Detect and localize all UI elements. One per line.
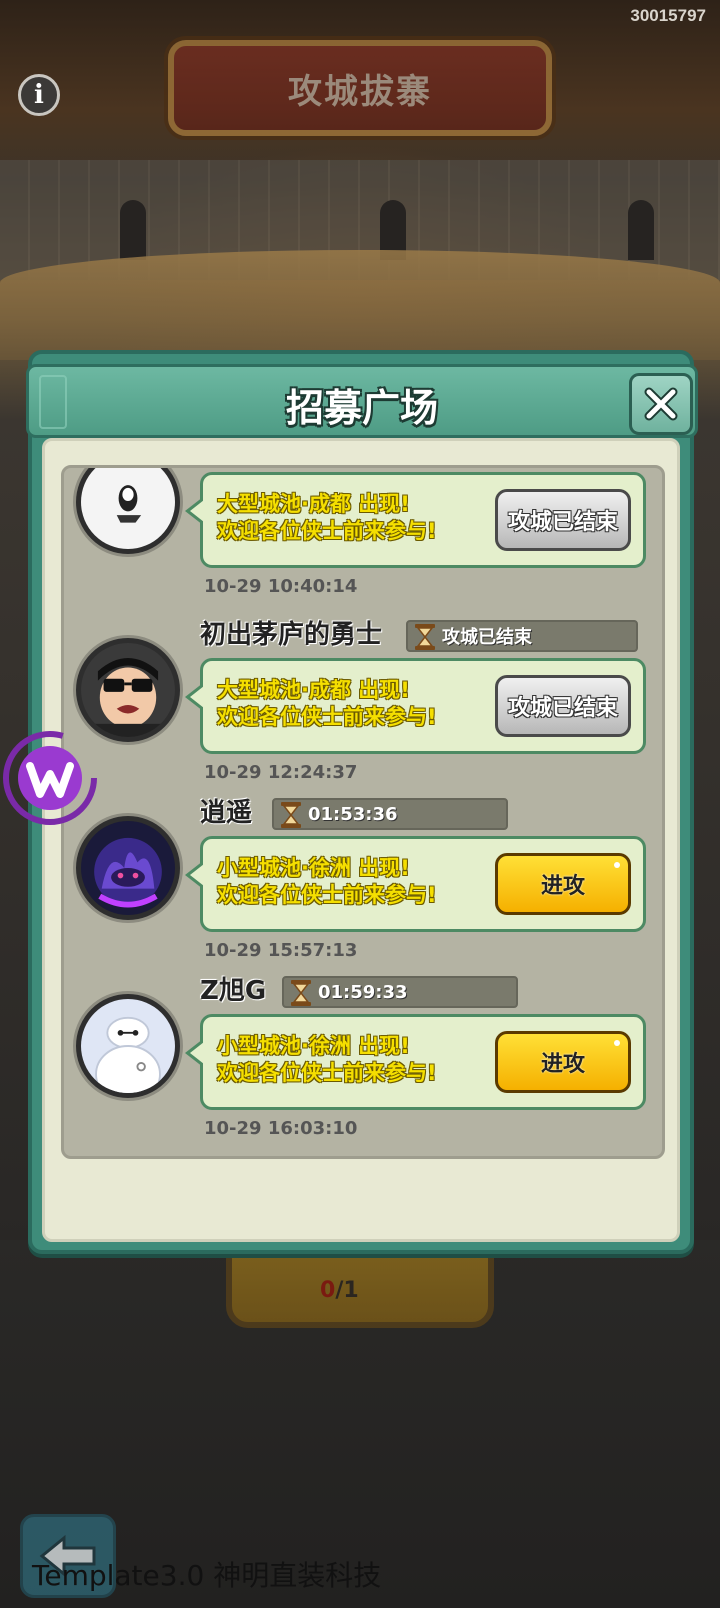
avatar[interactable] xyxy=(76,994,180,1098)
timer-text: 01:59:33 xyxy=(318,981,408,1003)
attack-ended-button[interactable]: 攻城已结束 xyxy=(495,675,631,737)
message-time: 10-29 16:03:10 xyxy=(204,1118,358,1139)
w-logo-icon xyxy=(3,731,97,825)
recruit-list[interactable]: 大型城池·成都 出现! 欢迎各位侠士前来参与! 攻城已结束 10-29 10:4… xyxy=(61,465,665,1159)
attack-button[interactable]: 进攻 xyxy=(495,1031,631,1093)
timer-box: 01:59:33 xyxy=(282,976,518,1008)
player-name: 初出茅庐的勇士 xyxy=(200,620,383,650)
message-bubble: 小型城池·徐洲 出现! 欢迎各位侠士前来参与! 进攻 xyxy=(185,1014,646,1110)
attack-button[interactable]: 进攻 xyxy=(495,853,631,915)
purple-flame-avatar-icon xyxy=(81,821,175,915)
player-name: 逍遥 xyxy=(200,798,253,828)
list-item: Z旭G 01:59:33 小型城池·徐洲 出现! 欢迎各位侠士前来参与! 进攻 … xyxy=(64,974,662,1154)
attack-ended-button[interactable]: 攻城已结束 xyxy=(495,489,631,551)
avatar[interactable] xyxy=(76,638,180,742)
wall-gate xyxy=(120,200,146,260)
close-icon xyxy=(644,387,678,421)
timer-box: 攻城已结束 xyxy=(406,620,638,652)
info-icon: i xyxy=(34,80,44,110)
white-robot-avatar-icon xyxy=(81,999,175,1093)
message-bubble: 大型城池·成都 出现! 欢迎各位侠士前来参与! 攻城已结束 xyxy=(185,472,646,568)
recruit-message: 大型城池·成都 出现! 欢迎各位侠士前来参与! xyxy=(217,678,437,729)
player-name: Z旭G xyxy=(200,976,267,1006)
dialog-title: 招募广场 xyxy=(285,386,438,430)
game-title-banner: 攻城拔寨 xyxy=(168,40,552,136)
game-title: 攻城拔寨 xyxy=(288,71,432,112)
player-id: 30015797 xyxy=(630,6,706,25)
hourglass-icon xyxy=(281,802,301,828)
recruit-message: 小型城池·徐洲 出现! 欢迎各位侠士前来参与! xyxy=(217,856,437,907)
list-item: 逍遥 01:53:36 小型城池·徐洲 出现! 欢迎各位侠士前来参与! 进攻 1… xyxy=(64,796,662,976)
wall-gate xyxy=(628,200,654,260)
message-bubble: 小型城池·徐洲 出现! 欢迎各位侠士前来参与! 进攻 xyxy=(185,836,646,932)
sunglasses-man-avatar-icon xyxy=(81,643,175,737)
message-time: 10-29 15:57:13 xyxy=(204,940,358,961)
timer-text: 攻城已结束 xyxy=(442,627,532,648)
list-item: 初出茅庐的勇士 攻城已结束 大型城池·成都 出现! 欢迎各位侠士前来参与! 攻城… xyxy=(64,618,662,798)
watermark-text: Template3.0 神明直装科技 xyxy=(32,1559,382,1592)
recruit-message: 大型城池·成都 出现! 欢迎各位侠士前来参与! xyxy=(217,492,437,543)
message-time: 10-29 12:24:37 xyxy=(204,762,358,783)
timer-box: 01:53:36 xyxy=(272,798,508,830)
dialog-body: 大型城池·成都 出现! 欢迎各位侠士前来参与! 攻城已结束 10-29 10:4… xyxy=(42,438,680,1242)
close-button[interactable] xyxy=(629,373,693,435)
white-mask-avatar-icon xyxy=(81,468,175,549)
recruit-message: 小型城池·徐洲 出现! 欢迎各位侠士前来参与! xyxy=(217,1034,437,1085)
sand-ground xyxy=(0,250,720,360)
floating-w-logo[interactable] xyxy=(0,728,100,828)
timer-text: 01:53:36 xyxy=(308,803,398,825)
avatar[interactable] xyxy=(76,468,180,554)
hourglass-icon xyxy=(291,980,311,1006)
march-count: 0/1 xyxy=(320,1278,359,1303)
hourglass-icon xyxy=(415,624,435,650)
recruit-dialog: 招募广场 大型城池·成都 出现! 欢迎各位侠士前来参与! 攻城已结束 10-29… xyxy=(26,350,698,1254)
message-bubble: 大型城池·成都 出现! 欢迎各位侠士前来参与! 攻城已结束 xyxy=(185,658,646,754)
message-time: 10-29 10:40:14 xyxy=(204,576,358,597)
info-button[interactable]: i xyxy=(18,74,60,116)
dialog-header: 招募广场 xyxy=(26,364,698,438)
list-item: 大型城池·成都 出现! 欢迎各位侠士前来参与! 攻城已结束 10-29 10:4… xyxy=(64,468,662,620)
avatar[interactable] xyxy=(76,816,180,920)
